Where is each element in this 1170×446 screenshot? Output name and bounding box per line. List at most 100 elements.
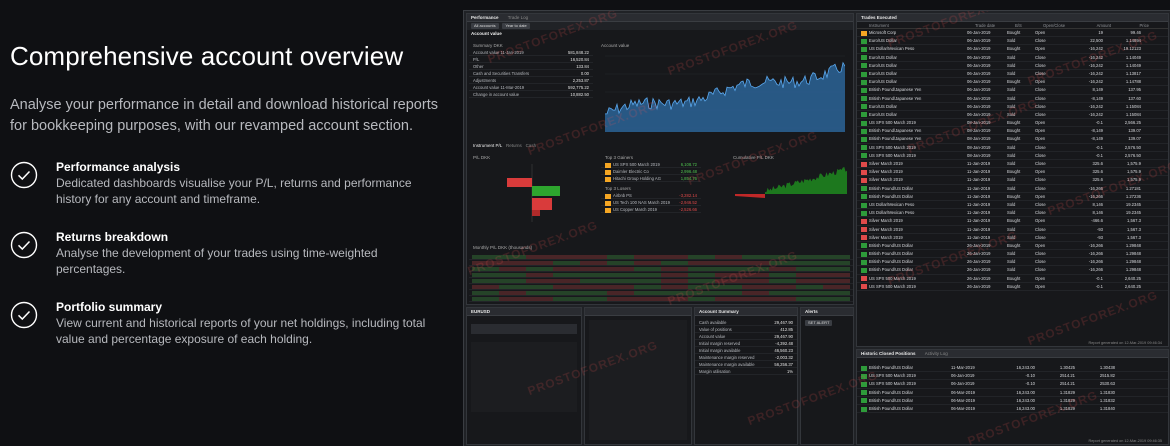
table-row[interactable]: British Pound/Japanese Yen 08-Jan-2019 Bou… [857, 135, 1168, 144]
trade-price: 139.07 [1128, 128, 1141, 134]
tab-returns[interactable]: Returns [506, 143, 522, 148]
table-row[interactable]: British Pound/US Dollar 06-Mar-2019 16,243… [857, 389, 1168, 397]
table-row[interactable]: British Pound/Japanese Yen 06-Jan-2019 Sol… [857, 86, 1168, 95]
table-row[interactable]: British Pound/US Dollar 26-Jan-2019 Sold Cl… [857, 266, 1168, 275]
tab-cash[interactable]: Cash [526, 143, 537, 148]
table-row[interactable]: Euro/US Dollar 06-Jan-2019 Sold Close 22,500… [857, 37, 1168, 46]
tab-trade-log[interactable]: Trade Log [508, 15, 528, 20]
account-summary-value: 412.85 [780, 327, 793, 332]
table-row[interactable]: US SPX 500 March 2019 26-Jan-2019 Bought Op… [857, 283, 1168, 291]
trade-amount: -16,266 [1088, 242, 1103, 248]
mover-row[interactable]: US Copper March 2019 -2,526.66 [601, 206, 701, 213]
table-row[interactable]: Silver March 2019 11-Jan-2019 Bought Open 32… [857, 168, 1168, 177]
trade-amount: -0.1 [1095, 275, 1103, 281]
mover-row[interactable]: Hitachi Group Holding AG 1,854.76 [601, 175, 701, 182]
trade-price: 19.12123 [1123, 46, 1141, 52]
table-row[interactable]: British Pound/US Dollar 26-Jan-2019 Bought… [857, 242, 1168, 251]
table-row[interactable]: British Pound/US Dollar 11-Jan-2019 Bought… [857, 193, 1168, 201]
table-row[interactable]: British Pound/US Dollar 06-Mar-2019 16,243… [857, 397, 1168, 405]
table-row[interactable]: Silver March 2019 11-Jan-2019 Sold Close -93… [857, 234, 1168, 242]
table-row[interactable]: British Pound/Japanese Yen 08-Jan-2019 Bou… [857, 127, 1168, 136]
closed-amount: 16,243.00 [1016, 365, 1035, 370]
monthly-row [469, 296, 853, 302]
table-row[interactable]: US SPX 500 March 2019 06-Jan-2019 -0.10 251… [857, 372, 1168, 381]
trade-amount: -16,242 [1088, 103, 1103, 109]
instrument-flag-icon [861, 259, 867, 265]
performance-pane: Performance Trade Log All accounts Year … [466, 13, 854, 305]
table-row[interactable]: Microsoft Corp 06-Jan-2019 Bought Open 19 99.… [857, 29, 1168, 38]
trade-ticket-instrument[interactable] [471, 324, 577, 334]
feature-title: Portfolio summary [56, 300, 163, 314]
tab-activity-log[interactable]: Activity Log [925, 351, 948, 356]
monthly-cell [742, 297, 769, 301]
col-instrument[interactable]: Instrument [869, 22, 975, 28]
table-row[interactable]: British Pound/US Dollar 26-Jan-2019 Sold Cl… [857, 250, 1168, 259]
col-amount[interactable]: Amount [1073, 22, 1111, 28]
mover-row[interactable]: Airbnb PS -3,282.14 [601, 192, 701, 199]
mover-row[interactable]: Daimler Electric Co 2,996.48 [601, 168, 701, 175]
trade-date: 06-Jan-2019 [967, 111, 991, 117]
table-row[interactable]: Silver March 2019 11-Jan-2019 Sold Close 325… [857, 176, 1168, 185]
trade-open-close: Close [1035, 95, 1046, 101]
trade-price: 2,576.50 [1124, 152, 1141, 158]
set-alert-button[interactable]: SET ALERT [805, 320, 833, 326]
table-row[interactable]: US Dollar/Mexican Peso 06-Jan-2019 Bought O… [857, 45, 1168, 54]
instrument-flag-icon [861, 390, 867, 396]
col-bs[interactable]: B/S [1015, 22, 1043, 28]
table-row[interactable]: Silver March 2019 11-Jan-2019 Bought Open -4… [857, 217, 1168, 226]
account-filter[interactable]: All accounts [471, 23, 499, 29]
closed-amount: 16,243.00 [1016, 405, 1035, 411]
table-row[interactable]: Silver March 2019 11-Jan-2019 Sold Close -93… [857, 226, 1168, 234]
monthly-cell [742, 273, 769, 277]
table-row[interactable]: US SPX 500 March 2019 08-Jan-2019 Sold Clos… [857, 144, 1168, 152]
trade-bs: Bought [1007, 30, 1021, 35]
closed-open-price: 2514.21 [1059, 381, 1075, 387]
table-row[interactable]: US SPX 500 March 2019 08-Jan-2019 Sold Clos… [857, 152, 1168, 160]
instrument-flag-icon [861, 169, 867, 175]
trade-instrument: Microsoft Corp [861, 29, 967, 36]
period-filter[interactable]: Year to date [502, 23, 530, 29]
monthly-cell [742, 255, 769, 259]
check-circle-icon [10, 301, 38, 329]
table-row[interactable]: British Pound/US Dollar 06-Mar-2019 16,243… [857, 405, 1168, 414]
instrument-flag-icon [861, 268, 867, 274]
table-row[interactable]: British Pound/US Dollar 11-Jan-2019 Sold Cl… [857, 185, 1168, 193]
mover-row[interactable]: US Tech 100 NAS March 2019 -2,946.52 [601, 199, 701, 206]
table-row[interactable]: US SPX 500 March 2019 26-Jan-2019 Bought Op… [857, 275, 1168, 283]
table-row[interactable]: Euro/US Dollar 06-Jan-2019 Sold Close -16,24… [857, 54, 1168, 62]
table-row[interactable]: British Pound/US Dollar 11-Mar-2019 16,243… [857, 364, 1168, 373]
col-price[interactable]: Price [1111, 22, 1149, 28]
monthly-cell [823, 273, 850, 277]
table-row[interactable]: Euro/US Dollar 06-Jan-2019 Sold Close -16,24… [857, 111, 1168, 120]
table-row[interactable]: Euro/US Dollar 06-Jan-2019 Sold Close -16,24… [857, 70, 1168, 79]
instrument-flag-icon [861, 284, 867, 290]
tab-performance[interactable]: Performance [471, 15, 499, 20]
trade-price: 139.07 [1128, 136, 1141, 142]
alerts-pane: Alerts SET ALERT [800, 307, 854, 445]
col-open-close[interactable]: Open/Close [1043, 22, 1073, 28]
table-row[interactable]: British Pound/Japanese Yen 06-Jan-2019 Sol… [857, 95, 1168, 103]
trade-amount: 325.6 [1092, 169, 1103, 175]
table-row[interactable]: US SPX 500 March 2019 08-Jan-2019 Bought Op… [857, 119, 1168, 128]
table-row[interactable]: Euro/US Dollar 06-Jan-2019 Bought Open -16,2… [857, 78, 1168, 87]
closed-instrument: British Pound/US Dollar [861, 389, 951, 396]
monthly-cell [661, 297, 688, 301]
table-row[interactable]: Euro/US Dollar 06-Jan-2019 Sold Close -16,24… [857, 62, 1168, 70]
monthly-cell [634, 261, 661, 265]
monthly-cell [715, 255, 742, 259]
top-gainers-title: Top 3 Gainers [605, 155, 634, 160]
table-row[interactable]: US Dollar/Mexican Peso 11-Jan-2019 Sold Clo… [857, 201, 1168, 210]
table-row[interactable]: British Pound/US Dollar 26-Jan-2019 Sold Cl… [857, 258, 1168, 267]
monthly-cell [769, 297, 796, 301]
table-row[interactable]: US Dollar/Mexican Peso 11-Jan-2019 Sold Clo… [857, 209, 1168, 218]
monthly-cell [688, 279, 715, 283]
tab-instrument-pl[interactable]: Instrument P/L [473, 143, 502, 148]
account-summary-row: Account value 29,467.90 [695, 333, 797, 340]
table-row[interactable]: Euro/US Dollar 06-Jan-2019 Sold Close -16,24… [857, 103, 1168, 111]
trade-price: 1.14894 [1125, 38, 1141, 44]
table-row[interactable]: Silver March 2019 11-Jan-2019 Sold Close 325… [857, 160, 1168, 169]
col-trade-date[interactable]: Trade date [975, 22, 1015, 28]
mover-row[interactable]: US SPX 500 March 2019 6,108.72 [601, 161, 701, 168]
monthly-cell [634, 255, 661, 259]
table-row[interactable]: US SPX 500 March 2019 06-Jan-2019 -0.10 251… [857, 380, 1168, 389]
